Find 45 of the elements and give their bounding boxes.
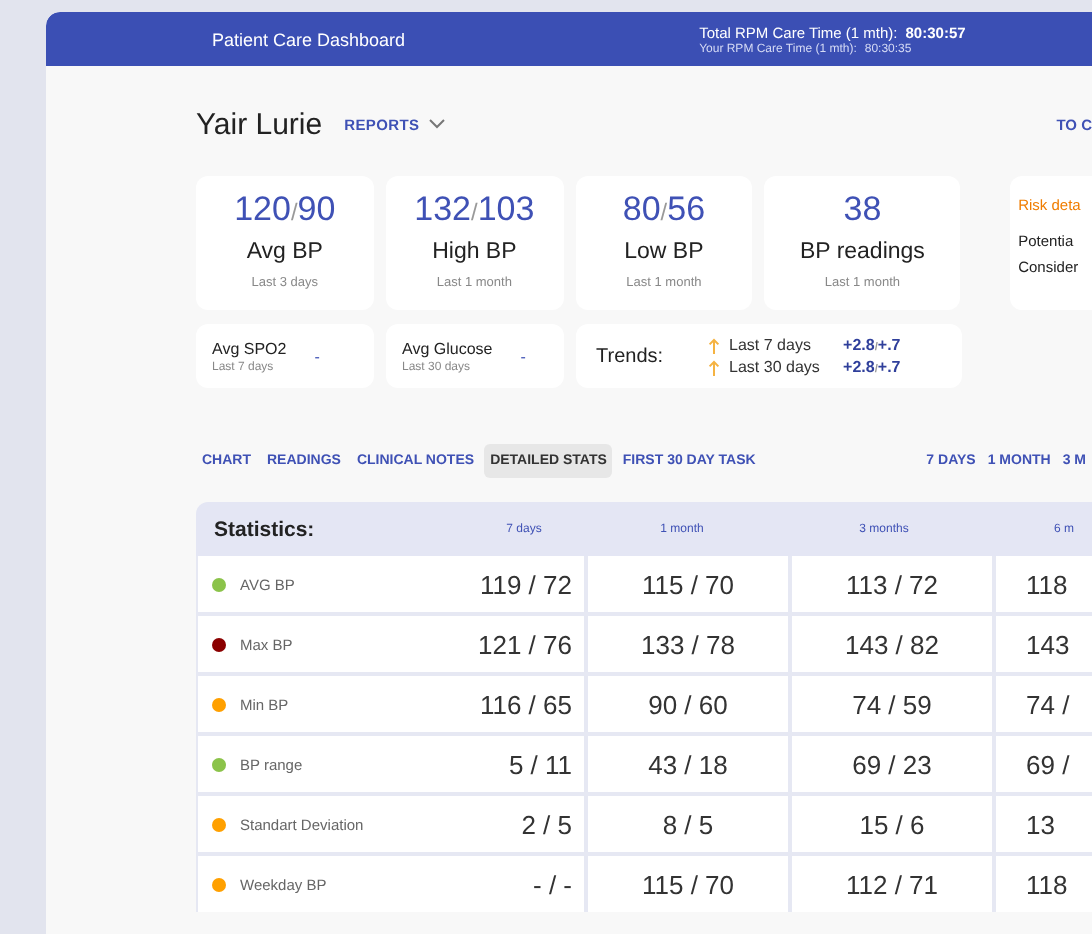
cell-value: 121 / 76 xyxy=(478,629,572,659)
stat-value: 80/56 xyxy=(622,190,706,230)
table-cell: 43 / 18 xyxy=(588,736,788,792)
table-cell: 133 / 78 xyxy=(588,616,788,672)
stat-label: High BP xyxy=(432,240,517,264)
stat-value: 132/103 xyxy=(414,190,535,230)
cell-value: 5 / 11 xyxy=(508,749,572,779)
table-cell: 143 / 82 xyxy=(792,616,992,672)
trends-title: Trends: xyxy=(596,345,664,367)
stat-value: 38 xyxy=(843,190,882,230)
metric-label: Avg Glucose xyxy=(402,339,493,357)
metric-label: Avg SPO2 xyxy=(212,339,287,357)
table-cell: 113 / 72 xyxy=(792,556,992,612)
table-cell: 74 / xyxy=(996,676,1092,732)
table-cell: 13 xyxy=(996,796,1092,852)
table-cell: 115 / 70 xyxy=(588,856,788,912)
table-cell: 15 / 6 xyxy=(792,796,992,852)
table-cell: 118 xyxy=(996,856,1092,912)
stat-label: BP readings xyxy=(799,240,925,264)
arrow-up-icon xyxy=(707,359,720,375)
trend-label: Last 30 days xyxy=(729,358,822,376)
stat-label: Avg BP xyxy=(246,240,323,264)
metric-value: - xyxy=(520,347,526,365)
cell-value: 116 / 65 xyxy=(479,689,572,719)
table-cell: 143 xyxy=(996,616,1092,672)
stat-value: 120/90 xyxy=(234,190,336,230)
table-cell: 74 / 59 xyxy=(792,676,992,732)
cell-value: 2 / 5 xyxy=(521,809,572,839)
table-cell: 118 xyxy=(996,556,1092,612)
table-cell: 69 / xyxy=(996,736,1092,792)
table-cell: 8 / 5 xyxy=(588,796,788,852)
patient-name: Yair Lurie xyxy=(196,107,323,141)
table-cell: 112 / 71 xyxy=(792,856,992,912)
table-cell: 69 / 23 xyxy=(792,736,992,792)
table-title: Statistics: xyxy=(212,517,317,541)
trend-label: Last 7 days xyxy=(729,336,813,354)
arrow-up-icon xyxy=(707,337,720,353)
metric-value: - xyxy=(314,347,320,365)
chevron-down-icon xyxy=(427,118,446,130)
table-cell: 115 / 70 xyxy=(588,556,788,612)
stat-label: Low BP xyxy=(624,240,704,264)
cell-value: - / - xyxy=(533,869,572,899)
table-cell: 90 / 60 xyxy=(588,676,788,732)
cell-value: 119 / 72 xyxy=(479,569,572,599)
app-title: Patient Care Dashboard xyxy=(212,29,406,49)
